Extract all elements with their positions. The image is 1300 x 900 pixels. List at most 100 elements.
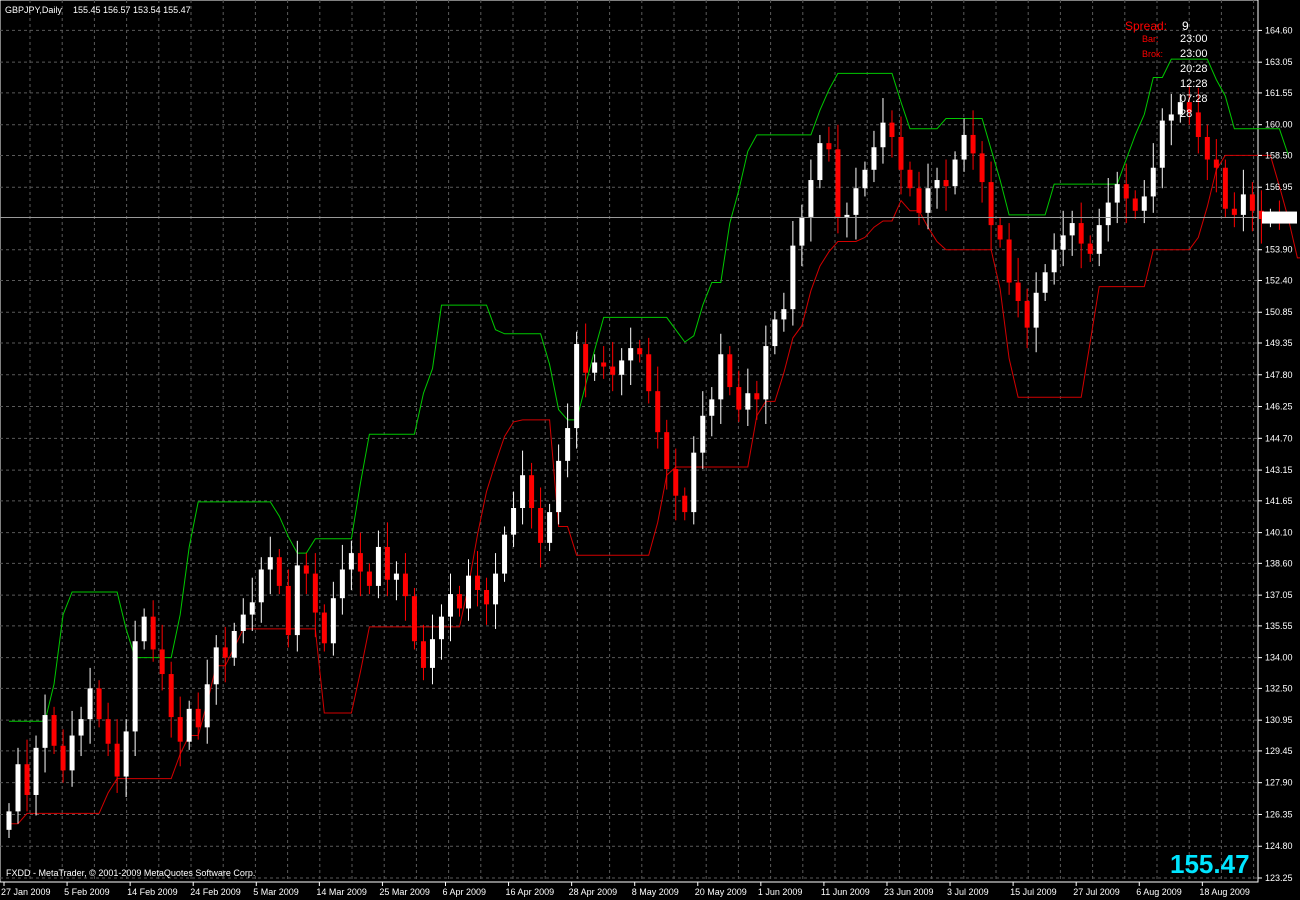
candle-body	[844, 214, 850, 217]
candle-body	[790, 245, 796, 310]
candle-body	[907, 169, 913, 189]
candle-body	[78, 719, 84, 736]
x-tick-label: 5 Feb 2009	[64, 887, 110, 897]
candle-body	[159, 649, 165, 675]
candle-body	[1069, 223, 1075, 236]
y-tick-label: 143.15	[1265, 465, 1293, 475]
candle-body	[294, 565, 300, 636]
candle-body	[646, 354, 652, 392]
candle-body	[447, 594, 453, 617]
candle-body	[988, 182, 994, 226]
candle-body	[484, 590, 490, 605]
candle-body	[1141, 196, 1147, 211]
info-row-value: 20:28	[1180, 63, 1208, 75]
y-tick-label: 161.55	[1265, 88, 1293, 98]
candle-body	[375, 546, 381, 586]
lower-channel-line	[9, 154, 1300, 825]
candle-body	[718, 354, 724, 400]
candle-body	[727, 354, 733, 388]
candle-body	[411, 596, 417, 642]
price-axis: 155.47 164.60 163.05 161.55 160.00 158.50 156.…	[1258, 25, 1297, 883]
candle-body	[916, 188, 922, 213]
candle-body	[213, 647, 219, 685]
time-axis: 27 Jan 2009 5 Feb 2009 14 Feb 2009 24 Feb 2…	[1, 882, 1250, 897]
x-tick-label: 25 Mar 2009	[379, 887, 430, 897]
copyright-text: FXDD - MetaTrader, © 2001-2009 MetaQuote…	[6, 868, 255, 878]
chart-header-ohlc: 155.45 156.57 153.54 155.47	[73, 5, 191, 15]
candle-body	[1249, 194, 1255, 211]
y-tick-label: 152.40	[1265, 275, 1293, 285]
candle-body	[781, 309, 787, 320]
candle-body	[1042, 272, 1048, 293]
candle-body	[1060, 235, 1066, 250]
candle-body	[889, 122, 895, 137]
candle-body	[1123, 184, 1129, 199]
y-tick-label: 135.55	[1265, 621, 1293, 631]
last-price-big: 155.47	[1170, 849, 1250, 879]
spread-value: 9	[1182, 19, 1189, 33]
info-panel: Bar: 23:00 Brok: 23:00 20:28 12:28 07:28 28	[1142, 33, 1208, 120]
candles	[0, 85, 1282, 839]
y-tick-label: 127.90	[1265, 778, 1293, 788]
x-tick-label: 20 May 2009	[695, 887, 747, 897]
candle-body	[817, 143, 823, 181]
candle-body	[186, 708, 192, 742]
candle-body	[312, 573, 318, 613]
candle-body	[303, 565, 309, 574]
candle-body	[808, 180, 814, 217]
candle-body	[222, 647, 228, 658]
candle-body	[6, 811, 12, 830]
candle-body	[826, 143, 832, 150]
candle-body	[709, 399, 715, 416]
info-row-value: 23:00	[1180, 33, 1208, 45]
candle-body	[529, 475, 535, 509]
candle-body	[637, 348, 643, 355]
candle-body	[276, 557, 282, 586]
candle-body	[357, 553, 363, 572]
chart-header-symbol: GBPJPY,Daily	[5, 5, 62, 15]
candle-body	[664, 432, 670, 470]
candle-body	[673, 469, 679, 496]
candle-body	[321, 612, 327, 644]
candle-body	[1096, 225, 1102, 254]
y-tick-label: 130.95	[1265, 715, 1293, 725]
info-row-label: Brok:	[1142, 49, 1163, 59]
candle-body	[970, 134, 976, 154]
candle-body	[195, 708, 201, 728]
candle-body	[502, 534, 508, 574]
candle-body	[610, 366, 616, 375]
candle-body	[1168, 114, 1174, 121]
candle-body	[871, 147, 877, 170]
candle-body	[520, 475, 526, 509]
spread-label: Spread:	[1125, 19, 1167, 33]
y-tick-label: 153.90	[1265, 245, 1293, 255]
x-tick-label: 15 Jul 2009	[1010, 887, 1057, 897]
candle-body	[538, 508, 544, 543]
candle-body	[393, 573, 399, 580]
candle-body	[24, 764, 30, 795]
x-tick-label: 6 Aug 2009	[1136, 887, 1182, 897]
candle-body	[736, 387, 742, 410]
candle-body	[457, 594, 462, 609]
candle-body	[619, 360, 625, 375]
info-row-label: Bar:	[1142, 34, 1159, 44]
candle-body	[799, 216, 805, 246]
candle-body	[1150, 167, 1156, 197]
y-tick-label: 126.35	[1265, 809, 1293, 819]
candle-body	[565, 428, 571, 461]
candle-body	[1240, 194, 1246, 215]
candle-body	[772, 319, 778, 347]
candle-body	[1132, 198, 1138, 211]
info-row-value: 12:28	[1180, 78, 1208, 90]
candle-body	[87, 688, 93, 720]
x-tick-label: 14 Feb 2009	[127, 887, 178, 897]
candle-body	[348, 553, 354, 570]
candle-body	[979, 153, 985, 183]
x-tick-label: 11 Jun 2009	[821, 887, 870, 897]
x-tick-label: 27 Jan 2009	[1, 887, 51, 897]
candle-body	[574, 344, 580, 429]
candle-body	[33, 747, 39, 795]
x-tick-label: 6 Apr 2009	[442, 887, 486, 897]
candle-body	[150, 616, 156, 650]
candle-body	[123, 731, 129, 777]
